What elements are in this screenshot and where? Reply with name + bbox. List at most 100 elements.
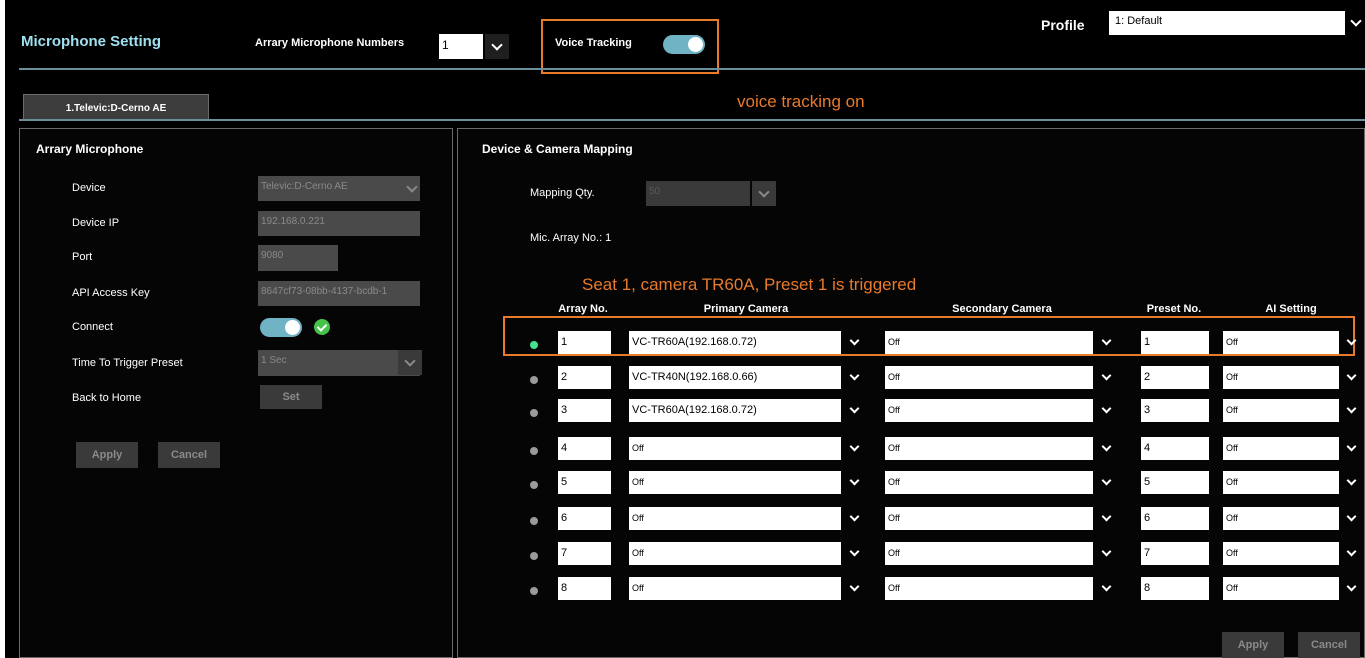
tab-televic-d-cerno[interactable]: 1.Televic:D-Cerno AE [23, 94, 209, 120]
primary-camera-select[interactable]: VC-TR60A(192.168.0.72) [629, 331, 841, 354]
connect-toggle[interactable] [260, 318, 302, 337]
mapping-qty-dropdown[interactable] [752, 181, 776, 206]
array-no-input[interactable]: 3 [558, 399, 611, 422]
primary-camera-dropdown[interactable] [843, 542, 865, 565]
secondary-camera-select[interactable]: Off [885, 437, 1093, 460]
mapping-cancel-button[interactable]: Cancel [1298, 632, 1360, 658]
primary-camera-dropdown[interactable] [843, 507, 865, 530]
secondary-camera-dropdown[interactable] [1095, 399, 1117, 422]
preset-no-input[interactable]: 2 [1141, 366, 1209, 389]
page-title: Microphone Setting [21, 33, 161, 50]
preset-no-input[interactable]: 1 [1141, 331, 1209, 354]
ai-setting-dropdown[interactable] [1340, 437, 1362, 460]
ai-setting-select[interactable]: Off [1223, 366, 1339, 389]
mapping-qty-select[interactable]: 50 [646, 181, 750, 206]
set-button[interactable]: Set [260, 385, 322, 409]
preset-no-input[interactable]: 5 [1141, 471, 1209, 494]
secondary-camera-select[interactable]: Off [885, 471, 1093, 494]
port-label: Port [72, 251, 93, 263]
primary-camera-dropdown[interactable] [843, 366, 865, 389]
connect-label: Connect [72, 321, 113, 333]
ai-setting-dropdown[interactable] [1340, 542, 1362, 565]
mapping-apply-button[interactable]: Apply [1222, 632, 1284, 658]
primary-camera-dropdown[interactable] [843, 471, 865, 494]
device-ip-field[interactable]: 192.168.0.221 [258, 211, 420, 236]
ai-setting-dropdown[interactable] [1340, 331, 1362, 354]
primary-camera-dropdown[interactable] [843, 331, 865, 354]
status-dot [530, 409, 538, 417]
primary-camera-select[interactable]: VC-TR40N(192.168.0.66) [629, 366, 841, 389]
voice-tracking-toggle[interactable] [663, 35, 705, 54]
array-numbers-dropdown[interactable] [485, 34, 509, 59]
array-numbers-input[interactable]: 1 [439, 34, 483, 59]
preset-no-input[interactable]: 4 [1141, 437, 1209, 460]
device-ip-label: Device IP [72, 217, 120, 229]
chevron-down-icon [849, 511, 859, 522]
port-field[interactable]: 9080 [258, 245, 338, 271]
ai-setting-select[interactable]: Off [1223, 471, 1339, 494]
table-row: 2 VC-TR40N(192.168.0.66) Off 2 Off [465, 365, 1365, 393]
ai-setting-select[interactable]: Off [1223, 542, 1339, 565]
primary-camera-dropdown[interactable] [843, 399, 865, 422]
apply-button[interactable]: Apply [76, 442, 138, 468]
secondary-camera-select[interactable]: Off [885, 577, 1093, 600]
secondary-camera-dropdown[interactable] [1095, 507, 1117, 530]
ai-setting-dropdown[interactable] [1340, 577, 1362, 600]
array-no-input[interactable]: 8 [558, 577, 611, 600]
api-key-field[interactable]: 8647cf73-08bb-4137-bcdb-1 [258, 281, 420, 306]
primary-camera-select[interactable]: Off [629, 542, 841, 565]
secondary-camera-select[interactable]: Off [885, 542, 1093, 565]
array-no-input[interactable]: 1 [558, 331, 611, 354]
ai-setting-dropdown[interactable] [1340, 399, 1362, 422]
primary-camera-dropdown[interactable] [843, 437, 865, 460]
device-select[interactable]: Televic:D-Cerno AE [258, 176, 420, 201]
preset-no-input[interactable]: 6 [1141, 507, 1209, 530]
secondary-camera-dropdown[interactable] [1095, 542, 1117, 565]
status-dot [530, 587, 538, 595]
primary-camera-select[interactable]: Off [629, 471, 841, 494]
chevron-down-icon [1346, 335, 1356, 346]
secondary-camera-select[interactable]: Off [885, 399, 1093, 422]
array-no-input[interactable]: 2 [558, 366, 611, 389]
ai-setting-dropdown[interactable] [1340, 366, 1362, 389]
ai-setting-select[interactable]: Off [1223, 437, 1339, 460]
preset-no-input[interactable]: 8 [1141, 577, 1209, 600]
device-dropdown[interactable] [400, 176, 424, 201]
secondary-camera-select[interactable]: Off [885, 366, 1093, 389]
primary-camera-select[interactable]: Off [629, 437, 841, 460]
secondary-camera-select[interactable]: Off [885, 331, 1093, 354]
ai-setting-dropdown[interactable] [1340, 471, 1362, 494]
primary-camera-select[interactable]: Off [629, 577, 841, 600]
primary-camera-select[interactable]: Off [629, 507, 841, 530]
array-no-input[interactable]: 7 [558, 542, 611, 565]
chevron-down-icon [1101, 511, 1111, 522]
chevron-down-icon [1101, 581, 1111, 592]
cancel-button[interactable]: Cancel [158, 442, 220, 468]
secondary-camera-select[interactable]: Off [885, 507, 1093, 530]
array-no-input[interactable]: 4 [558, 437, 611, 460]
secondary-camera-dropdown[interactable] [1095, 437, 1117, 460]
trigger-time-dropdown[interactable] [398, 350, 422, 375]
preset-no-input[interactable]: 3 [1141, 399, 1209, 422]
array-no-input[interactable]: 5 [558, 471, 611, 494]
ai-setting-select[interactable]: Off [1223, 331, 1339, 354]
primary-camera-dropdown[interactable] [843, 577, 865, 600]
profile-select[interactable]: 1: Default [1109, 11, 1345, 35]
secondary-camera-dropdown[interactable] [1095, 577, 1117, 600]
primary-camera-select[interactable]: VC-TR60A(192.168.0.72) [629, 399, 841, 422]
secondary-camera-dropdown[interactable] [1095, 471, 1117, 494]
voice-tracking-label: Voice Tracking [555, 37, 632, 49]
ai-setting-dropdown[interactable] [1340, 507, 1362, 530]
preset-no-input[interactable]: 7 [1141, 542, 1209, 565]
array-microphone-panel: Arrary Microphone Device Televic:D-Cerno… [19, 128, 453, 658]
profile-dropdown[interactable] [1346, 11, 1365, 35]
ai-setting-select[interactable]: Off [1223, 507, 1339, 530]
secondary-camera-dropdown[interactable] [1095, 366, 1117, 389]
trigger-time-select[interactable]: 1 Sec [258, 350, 420, 376]
ai-setting-select[interactable]: Off [1223, 399, 1339, 422]
ai-setting-select[interactable]: Off [1223, 577, 1339, 600]
secondary-camera-dropdown[interactable] [1095, 331, 1117, 354]
array-no-input[interactable]: 6 [558, 507, 611, 530]
chevron-down-icon [849, 403, 859, 414]
table-row: 1 VC-TR60A(192.168.0.72) Off 1 Off [465, 330, 1365, 358]
